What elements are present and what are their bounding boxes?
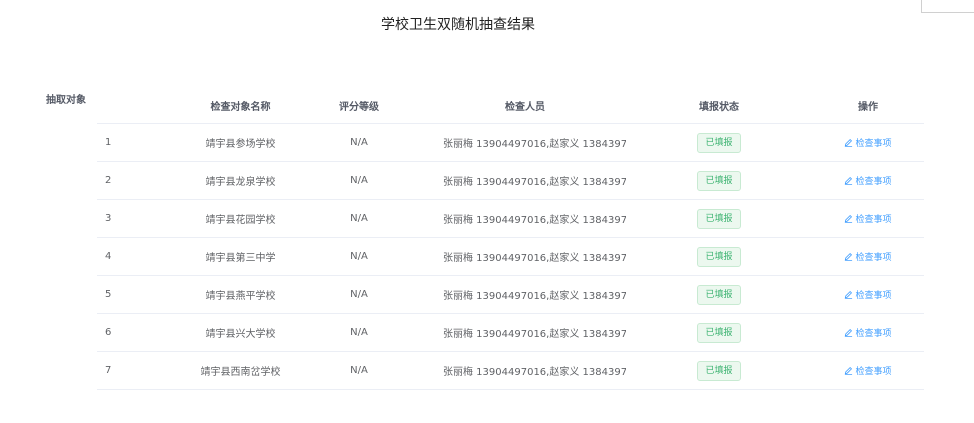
- status-badge: 已填报: [697, 322, 741, 343]
- edit-icon: [844, 252, 853, 261]
- status-badge: 已填报: [697, 284, 741, 305]
- status-cell: 已填报: [626, 132, 812, 153]
- edit-icon: [844, 214, 853, 223]
- status-cell: 已填报: [626, 246, 812, 267]
- table-row: 2 靖宇县龙泉学校 N/A 张丽梅 13904497016,赵家义 1384397..…: [97, 162, 924, 200]
- table-row: 5 靖宇县燕平学校 N/A 张丽梅 13904497016,赵家义 1384397..…: [97, 276, 924, 314]
- inspector-list: 张丽梅 13904497016,赵家义 1384397...: [443, 329, 626, 340]
- grade-value: N/A: [350, 327, 368, 338]
- edit-icon: [844, 176, 853, 185]
- operation-cell: 检查事项: [812, 326, 924, 340]
- status-badge: 已填报: [697, 170, 741, 191]
- view-items-label[interactable]: 检查事项: [855, 250, 891, 263]
- view-items-link[interactable]: 检查事项: [844, 212, 892, 225]
- school-name: 靖宇县西南岔学校: [200, 367, 281, 378]
- school-name: 靖宇县花园学校: [205, 215, 276, 226]
- view-items-label[interactable]: 检查事项: [855, 212, 891, 225]
- table-row: 7 靖宇县西南岔学校 N/A 张丽梅 13904497016,赵家义 1384397.…: [97, 352, 924, 390]
- inspector-list: 张丽梅 13904497016,赵家义 1384397...: [443, 291, 626, 302]
- row-index: 7: [105, 365, 112, 376]
- grade-value: N/A: [350, 251, 368, 262]
- view-items-link[interactable]: 检查事项: [844, 288, 892, 301]
- table-row: 6 靖宇县兴大学校 N/A 张丽梅 13904497016,赵家义 1384397..…: [97, 314, 924, 352]
- edit-icon: [844, 138, 853, 147]
- inspector-list: 张丽梅 13904497016,赵家义 1384397...: [443, 139, 626, 150]
- page-title: 学校卫生双随机抽查结果: [381, 17, 535, 33]
- operation-cell: 检查事项: [812, 174, 924, 188]
- table-header: 检查对象名称 评分等级 检查人员 填报状态 操作: [97, 87, 924, 124]
- status-badge: 已填报: [697, 360, 741, 381]
- status-cell: 已填报: [626, 284, 812, 305]
- inspector-list: 张丽梅 13904497016,赵家义 1384397...: [443, 215, 626, 226]
- status-badge: 已填报: [697, 208, 741, 229]
- table-body: 1 靖宇县参场学校 N/A 张丽梅 13904497016,赵家义 1384397..…: [97, 124, 924, 390]
- row-index: 5: [105, 289, 112, 300]
- page: 学校卫生双随机抽查结果 抽取对象 检查对象名称 评分等级 检查人员 填报状态 操…: [0, 0, 974, 423]
- view-items-label[interactable]: 检查事项: [855, 326, 891, 339]
- operation-cell: 检查事项: [812, 212, 924, 226]
- view-items-link[interactable]: 检查事项: [844, 174, 892, 187]
- grade-value: N/A: [350, 137, 368, 148]
- header-operation: 操作: [858, 101, 878, 113]
- inspector-list: 张丽梅 13904497016,赵家义 1384397...: [443, 367, 626, 378]
- status-badge: 已填报: [697, 246, 741, 267]
- row-index: 4: [105, 251, 112, 262]
- operation-cell: 检查事项: [812, 250, 924, 264]
- row-index: 2: [105, 175, 112, 186]
- grade-value: N/A: [350, 213, 368, 224]
- table-row: 3 靖宇县花园学校 N/A 张丽梅 13904497016,赵家义 1384397..…: [97, 200, 924, 238]
- view-items-link[interactable]: 检查事项: [844, 136, 892, 149]
- status-cell: 已填报: [626, 360, 812, 381]
- status-badge: 已填报: [697, 132, 741, 153]
- status-cell: 已填报: [626, 170, 812, 191]
- header-name: 检查对象名称: [210, 101, 271, 113]
- results-table: 检查对象名称 评分等级 检查人员 填报状态 操作 1 靖宇县参场学校 N/A 张丽梅 …: [97, 87, 924, 390]
- view-items-label[interactable]: 检查事项: [855, 364, 891, 377]
- header-grade: 评分等级: [339, 101, 379, 113]
- status-cell: 已填报: [626, 322, 812, 343]
- edit-icon: [844, 366, 853, 375]
- school-name: 靖宇县龙泉学校: [205, 177, 276, 188]
- view-items-label[interactable]: 检查事项: [855, 288, 891, 301]
- view-items-link[interactable]: 检查事项: [844, 326, 892, 339]
- grade-value: N/A: [350, 175, 368, 186]
- view-items-link[interactable]: 检查事项: [844, 250, 892, 263]
- school-name: 靖宇县兴大学校: [205, 329, 276, 340]
- view-items-label[interactable]: 检查事项: [855, 136, 891, 149]
- view-items-label[interactable]: 检查事项: [855, 174, 891, 187]
- school-name: 靖宇县参场学校: [205, 139, 276, 150]
- operation-cell: 检查事项: [812, 364, 924, 378]
- status-cell: 已填报: [626, 208, 812, 229]
- edit-icon: [844, 290, 853, 299]
- row-index: 3: [105, 213, 112, 224]
- operation-cell: 检查事项: [812, 136, 924, 150]
- section-label: 抽取对象: [46, 95, 86, 106]
- school-name: 靖宇县燕平学校: [205, 291, 276, 302]
- edit-icon: [844, 328, 853, 337]
- row-index: 6: [105, 327, 112, 338]
- grade-value: N/A: [350, 365, 368, 376]
- header-status: 填报状态: [699, 101, 739, 113]
- view-items-link[interactable]: 检查事项: [844, 364, 892, 377]
- window-corner-frame: [921, 0, 974, 13]
- grade-value: N/A: [350, 289, 368, 300]
- inspector-list: 张丽梅 13904497016,赵家义 1384397...: [443, 253, 626, 264]
- table-row: 1 靖宇县参场学校 N/A 张丽梅 13904497016,赵家义 1384397..…: [97, 124, 924, 162]
- school-name: 靖宇县第三中学: [205, 253, 276, 264]
- operation-cell: 检查事项: [812, 288, 924, 302]
- header-staff: 检查人员: [505, 101, 545, 113]
- table-row: 4 靖宇县第三中学 N/A 张丽梅 13904497016,赵家义 1384397..…: [97, 238, 924, 276]
- inspector-list: 张丽梅 13904497016,赵家义 1384397...: [443, 177, 626, 188]
- row-index: 1: [105, 137, 112, 148]
